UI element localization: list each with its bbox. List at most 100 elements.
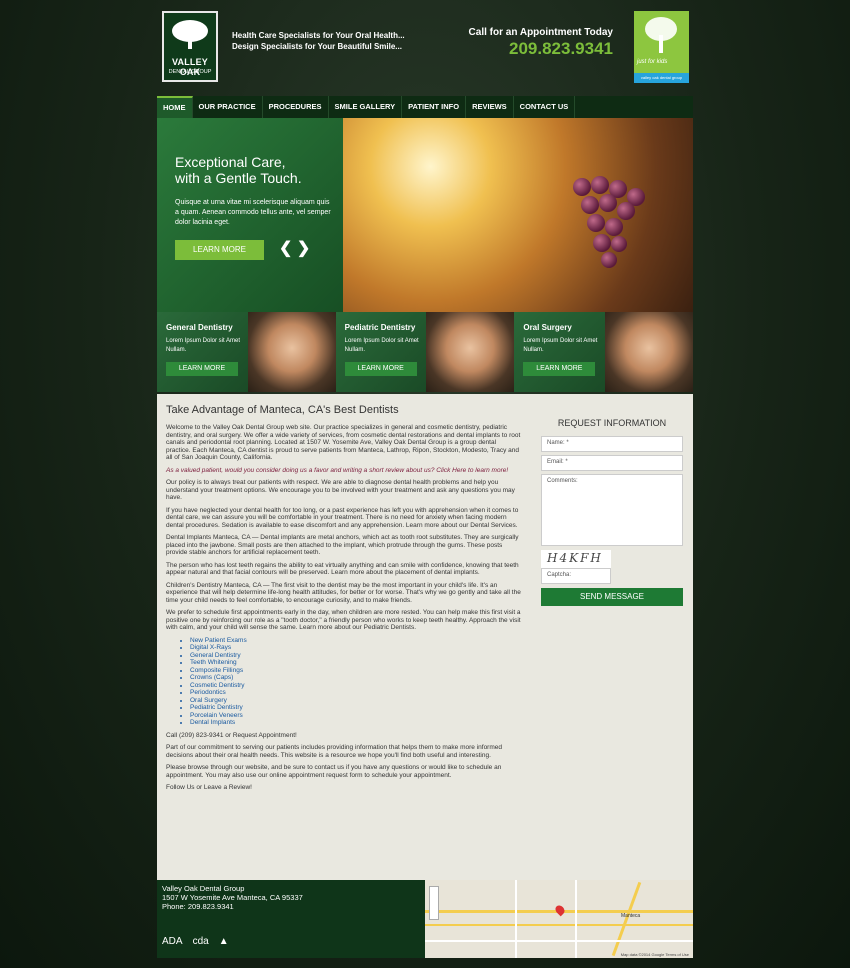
comments-field[interactable]: Comments: [541,474,683,546]
logo[interactable]: VALLEY OAK DENTAL GROUP [162,11,218,82]
call-label: Call for an Appointment Today [468,27,613,38]
kids-text: just for kids [637,59,668,65]
service-link[interactable]: Crowns (Caps) [190,674,521,682]
google-map[interactable]: Manteca Map data ©2014 Google Terms of U… [425,880,693,958]
service-link[interactable]: Pediatric Dentistry [190,704,521,712]
hero-title-line1: Exceptional Care, [175,154,286,170]
slider-arrows: ❮ ❯ [279,238,310,258]
grape [599,194,617,212]
service-link[interactable]: Teeth Whitening [190,659,521,667]
implants-paragraph-2: The person who has lost teeth regains th… [166,561,519,577]
tile-pediatric-dentistry[interactable]: Pediatric Dentistry Lorem Ipsum Dolor si… [335,312,515,392]
road [611,881,642,957]
next-arrow-icon[interactable]: ❯ [297,240,310,257]
name-field[interactable]: Name: * [541,436,683,452]
tile-learn-more-button[interactable]: LEARN MORE [166,362,238,376]
service-link[interactable]: Periodontics [190,689,521,697]
road [575,880,577,958]
main-content: Take Advantage of Manteca, CA's Best Den… [157,394,693,880]
anxiety-paragraph: If you have neglected your dental health… [166,506,519,529]
logo-subtitle: DENTAL GROUP [168,69,212,75]
tagline: Health Care Specialists for Your Oral He… [232,30,405,52]
oak-tree-icon [172,20,208,49]
road [425,924,693,926]
footer: Valley Oak Dental Group 1507 W Yosemite … [157,880,693,958]
road [515,880,517,958]
header: VALLEY OAK DENTAL GROUP Health Care Spec… [157,0,693,96]
captcha-image: H4KFH [541,550,611,568]
tile-desc: Lorem Ipsum Dolor sit Amet Nullam. [166,338,241,353]
kids-subtext: valley oak dental group [634,73,689,83]
footer-address: Valley Oak Dental Group 1507 W Yosemite … [162,884,303,911]
main-nav: HOME OUR PRACTICE PROCEDURES SMILE GALLE… [157,96,693,118]
send-message-button[interactable]: SEND MESSAGE [541,588,683,606]
badges: ADA cda ▲ [162,936,229,947]
service-link[interactable]: Oral Surgery [190,697,521,705]
children-paragraph: Children's Dentistry Manteca, CA — The f… [166,581,521,604]
email-field[interactable]: Email: * [541,455,683,471]
nav-our-practice[interactable]: OUR PRACTICE [193,96,263,118]
grape [605,218,623,236]
tile-photo-woman [605,312,694,392]
page-title: Take Advantage of Manteca, CA's Best Den… [166,404,399,416]
children-paragraph-2: We prefer to schedule first appointments… [166,609,521,631]
tagline-line2: Design Specialists for Your Beautiful Sm… [232,42,402,51]
browse-paragraph: Please browse through our website, and b… [166,764,502,779]
service-link[interactable]: Dental Implants [190,719,521,727]
commitment-paragraph: Part of our commitment to serving our pa… [166,744,502,759]
just-for-kids-logo[interactable]: just for kids valley oak dental group [634,11,689,83]
service-link[interactable]: General Dentistry [190,652,521,660]
nav-home[interactable]: HOME [157,96,193,118]
tile-learn-more-button[interactable]: LEARN MORE [344,362,417,376]
grape [593,234,611,252]
captcha-field[interactable]: Captcha: [541,568,611,584]
map-pin-icon[interactable] [553,903,567,917]
nav-procedures[interactable]: PROCEDURES [263,96,329,118]
grape [587,214,605,232]
phone-number[interactable]: 209.823.9341 [469,39,613,59]
academy-logo-icon: ▲ [218,936,229,947]
service-link[interactable]: Porcelain Veneers [190,712,521,720]
tile-title: Oral Surgery [523,323,572,332]
article: Welcome to the Valley Oak Dental Group w… [166,424,521,797]
service-link[interactable]: New Patient Exams [190,637,521,645]
request-form: REQUEST INFORMATION Name: * Email: * Com… [541,418,683,606]
road [425,940,693,942]
tile-general-dentistry[interactable]: General Dentistry Lorem Ipsum Dolor sit … [157,312,336,392]
hero-title-line2: with a Gentle Touch. [175,170,302,186]
nav-contact-us[interactable]: CONTACT US [514,96,576,118]
nav-smile-gallery[interactable]: SMILE GALLERY [329,96,403,118]
service-link[interactable]: Cosmetic Dentistry [190,682,521,690]
service-link[interactable]: Digital X-Rays [190,644,521,652]
nav-patient-info[interactable]: PATIENT INFO [402,96,467,118]
grape [591,176,609,194]
map-city-label: Manteca [621,913,641,919]
hero-title: Exceptional Care, with a Gentle Touch. [175,154,302,186]
prev-arrow-icon[interactable]: ❮ [279,240,292,257]
hero-text: Quisque at urna vitae mi scelerisque ali… [175,199,331,226]
map-zoom-control[interactable] [429,886,439,920]
tile-title: General Dentistry [166,323,233,332]
grape [617,202,635,220]
tile-oral-surgery[interactable]: Oral Surgery Lorem Ipsum Dolor sit Amet … [514,312,694,392]
call-line: Call (209) 823-9341 or Request Appointme… [166,731,297,739]
page: VALLEY OAK DENTAL GROUP Health Care Spec… [157,0,694,968]
ada-logo: ADA [162,936,183,947]
nav-reviews[interactable]: REVIEWS [466,96,514,118]
map-attribution: Map data ©2014 Google Terms of Use [620,952,689,957]
grape [573,178,591,196]
hero-learn-more-button[interactable]: LEARN MORE [175,240,264,260]
service-tiles: General Dentistry Lorem Ipsum Dolor sit … [157,312,694,392]
review-request[interactable]: As a valued patient, would you consider … [166,467,521,475]
grape [581,196,599,214]
footer-street: 1507 W Yosemite Ave Manteca, CA 95337 [162,893,303,902]
hero-slider: Exceptional Care, with a Gentle Touch. Qu… [157,118,693,312]
tile-photo-man [247,312,336,392]
hero-text-panel: Exceptional Care, with a Gentle Touch. Qu… [157,118,343,312]
implants-paragraph: Dental Implants Manteca, CA — Dental imp… [166,534,519,556]
service-link[interactable]: Composite Fillings [190,667,521,675]
tile-photo-girl [426,312,515,392]
cda-logo: cda [192,936,209,947]
tile-title: Pediatric Dentistry [344,323,416,332]
tile-learn-more-button[interactable]: LEARN MORE [523,362,596,376]
